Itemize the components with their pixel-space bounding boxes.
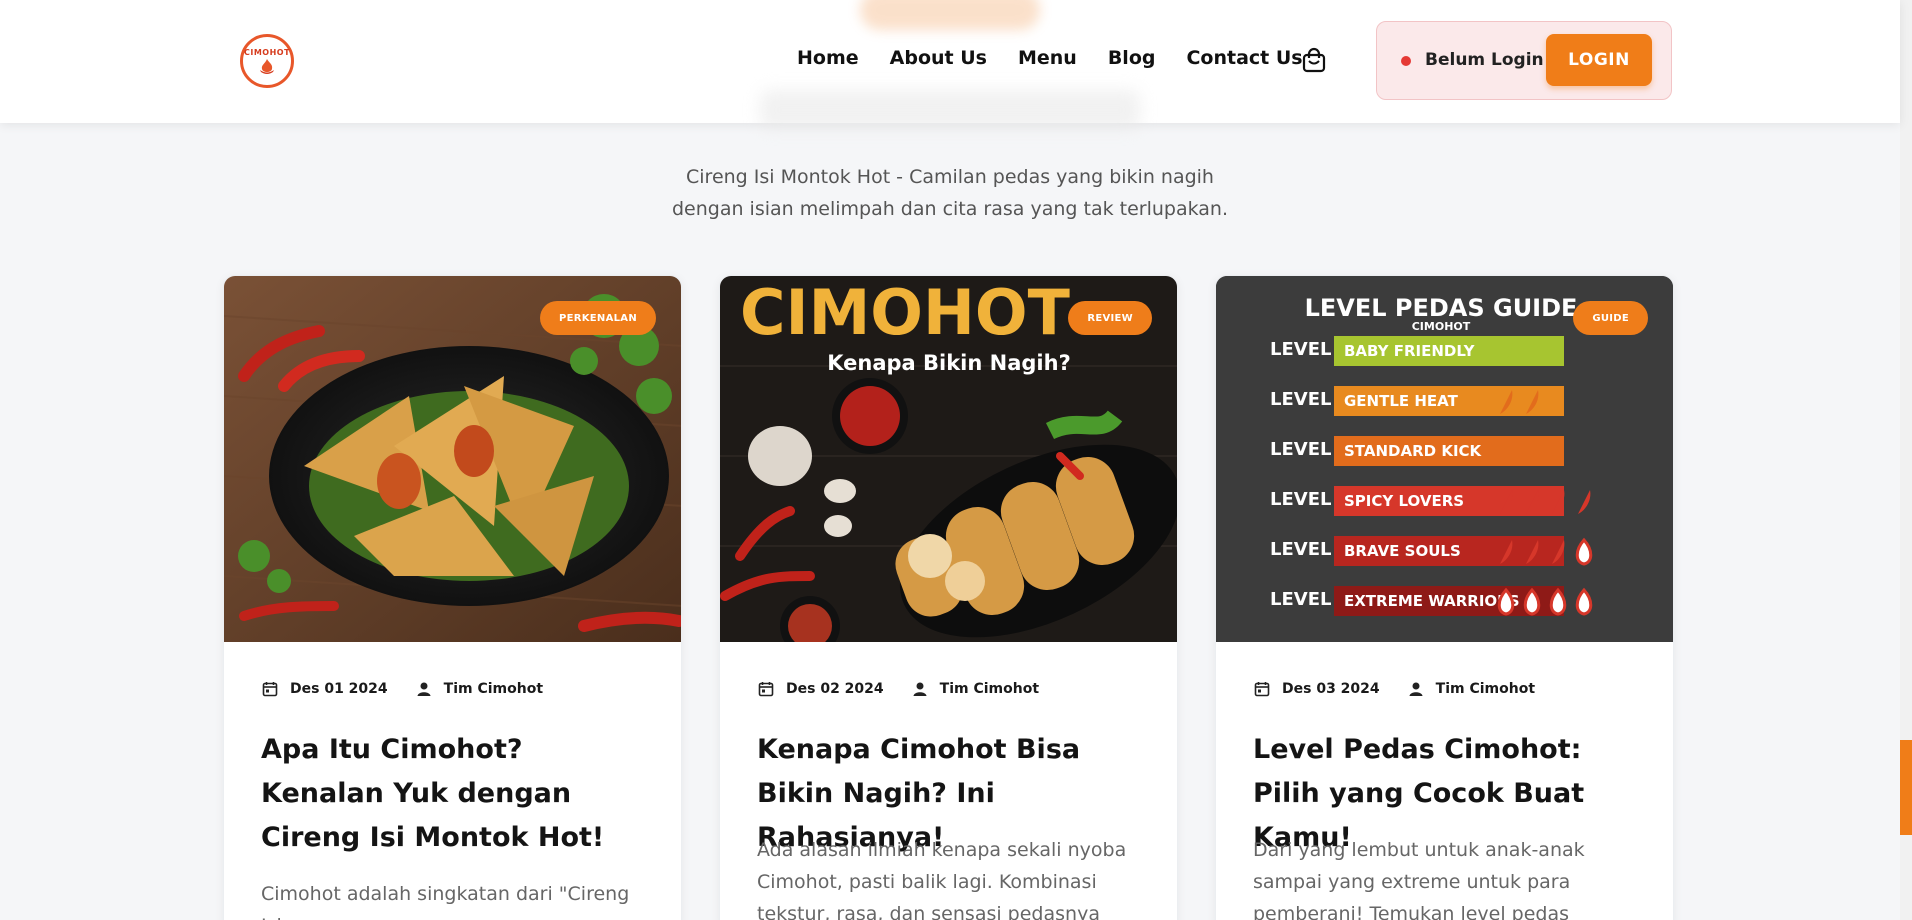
user-icon: [417, 682, 431, 696]
blog-card[interactable]: LEVEL PEDAS GUIDE CIMOHOT LEVEL 0 BABY FR…: [1215, 275, 1674, 920]
image-heading: LEVEL PEDAS GUIDE: [1305, 294, 1578, 322]
login-status-text: Belum Login: [1425, 50, 1544, 70]
spice-level-name: BRAVE SOULS: [1344, 542, 1461, 560]
subtitle-line-2: dengan isian melimpah dan cita rasa yang…: [671, 198, 1229, 220]
section-subtitle: Cireng Isi Montok Hot - Camilan pedas ya…: [0, 161, 1900, 225]
section-label-shadow: [860, 0, 1040, 30]
login-status-panel: Belum Login LOGIN: [1376, 21, 1672, 100]
nav-contact-us[interactable]: Contact Us: [1186, 47, 1302, 69]
calendar-icon: [758, 682, 774, 697]
post-excerpt: Cimohot adalah singkatan dari "Cireng Is…: [261, 883, 630, 920]
post-author: Tim Cimohot: [443, 681, 544, 697]
user-icon: [913, 682, 927, 696]
category-badge[interactable]: REVIEW: [1068, 301, 1152, 335]
post-author: Tim Cimohot: [1435, 681, 1536, 697]
post-meta: Des 01 2024 Tim Cimohot: [262, 681, 543, 697]
nav-blog[interactable]: Blog: [1108, 47, 1156, 69]
main-nav: Home About Us Menu Blog Contact Us: [797, 47, 1334, 69]
spice-level-name: STANDARD KICK: [1344, 442, 1483, 460]
blog-card[interactable]: PERKENALAN Des 01 2024 Tim Cimohot Apa I…: [223, 275, 682, 920]
category-badge[interactable]: GUIDE: [1573, 301, 1648, 335]
status-dot: [1401, 56, 1411, 66]
spice-level-name: GENTLE HEAT: [1344, 392, 1459, 410]
calendar-icon: [1254, 682, 1270, 697]
scrollbar-thumb[interactable]: [1900, 740, 1912, 835]
image-subheading: Kenapa Bikin Nagih?: [827, 351, 1071, 375]
image-heading: CIMOHOT: [740, 276, 1070, 349]
post-date: Des 03 2024: [1282, 681, 1380, 697]
section-heading-shadow: [760, 90, 1140, 130]
blog-card[interactable]: CIMOHOT Kenapa Bikin Nagih? REVIEW Des 0…: [719, 275, 1178, 920]
post-date: Des 01 2024: [290, 681, 388, 697]
post-meta: Des 02 2024 Tim Cimohot: [758, 681, 1039, 697]
post-date: Des 02 2024: [786, 681, 884, 697]
nav-about-us[interactable]: About Us: [890, 47, 987, 69]
subtitle-line-1: Cireng Isi Montok Hot - Camilan pedas ya…: [686, 166, 1214, 188]
post-excerpt: Dari yang lembut untuk anak-anak sampai …: [1253, 839, 1585, 920]
brand-logo[interactable]: CIMOHOT: [240, 34, 294, 88]
image-subheading: CIMOHOT: [1412, 320, 1471, 333]
login-button[interactable]: LOGIN: [1546, 34, 1652, 86]
flame-icon: [260, 59, 274, 74]
post-excerpt: Ada alasan ilmiah kenapa sekali nyoba Ci…: [757, 839, 1127, 920]
spice-level-name: BABY FRIENDLY: [1344, 342, 1476, 360]
category-badge[interactable]: PERKENALAN: [539, 301, 656, 335]
post-author: Tim Cimohot: [939, 681, 1040, 697]
nav-home[interactable]: Home: [797, 47, 859, 69]
shopping-bag-icon[interactable]: [1300, 46, 1328, 74]
post-title[interactable]: Apa Itu Cimohot? Kenalan Yuk dengan Cire…: [261, 728, 651, 860]
nav-menu[interactable]: Menu: [1018, 47, 1077, 69]
post-meta: Des 03 2024 Tim Cimohot: [1254, 681, 1535, 697]
logo-text: CIMOHOT: [243, 48, 291, 57]
spice-level-name: EXTREME WARRIORS: [1344, 592, 1520, 610]
spice-level-name: SPICY LOVERS: [1344, 492, 1464, 510]
calendar-icon: [262, 682, 278, 697]
user-icon: [1409, 682, 1423, 696]
